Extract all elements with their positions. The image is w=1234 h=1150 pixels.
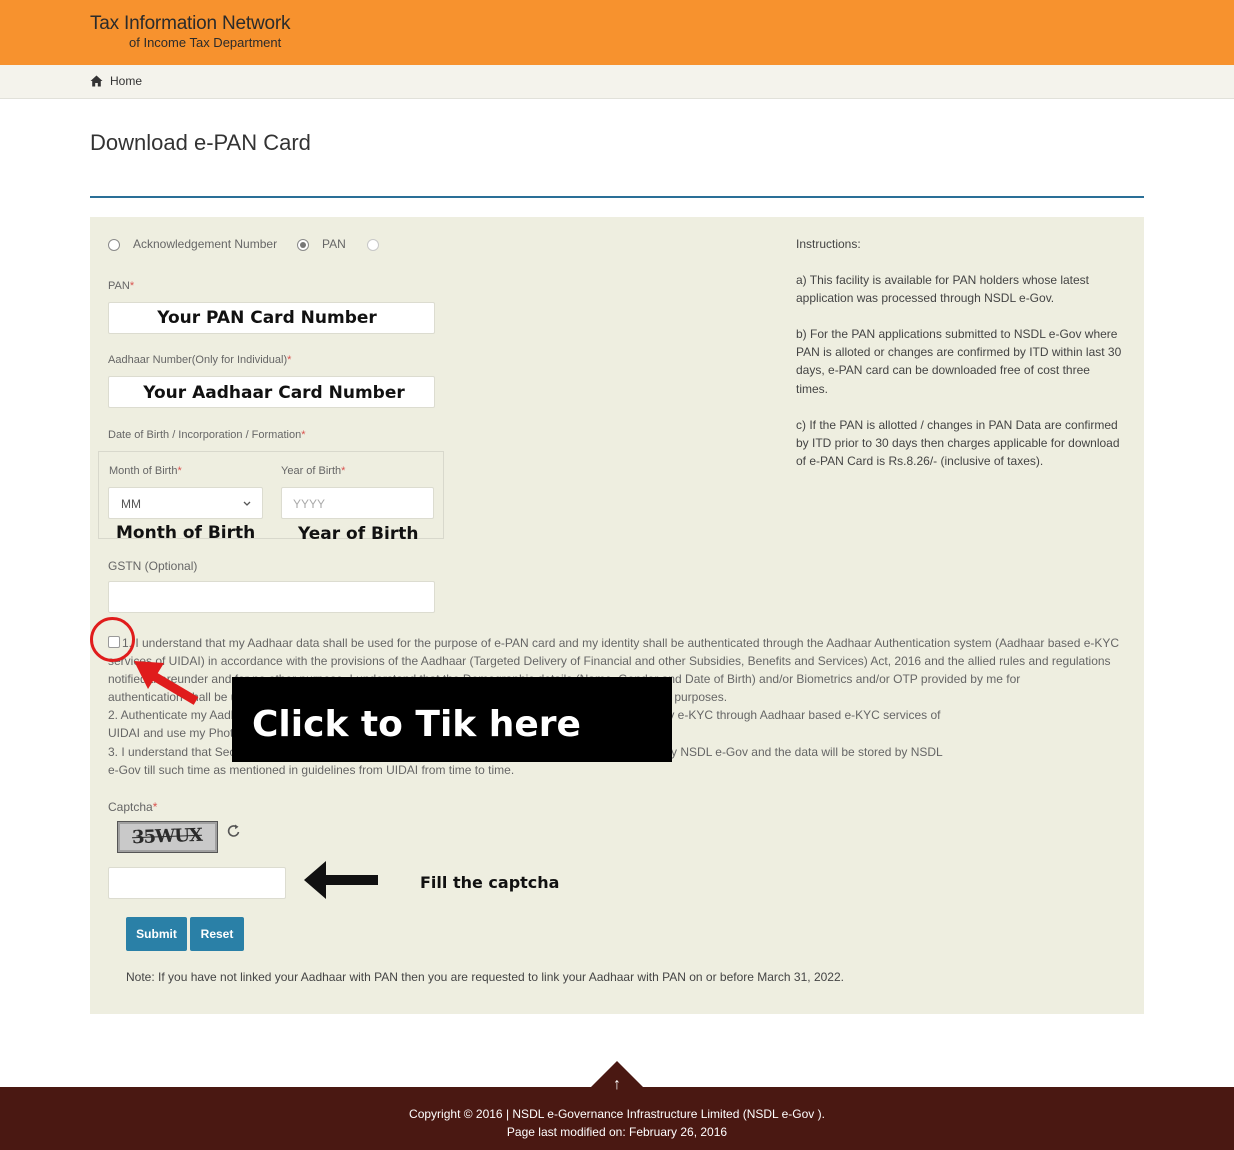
gstn-label: GSTN (Optional) <box>108 559 198 573</box>
site-header: Tax Information Network of Income Tax De… <box>0 0 1234 65</box>
home-icon[interactable] <box>90 75 103 87</box>
instruction-c-line-3: of e-PAN Card is Rs.8.26/- (inclusive of… <box>796 454 1044 468</box>
submit-button[interactable]: Submit <box>126 917 187 951</box>
radio-acknowledgement-label[interactable]: Acknowledgement Number <box>133 237 277 251</box>
captcha-image: 35WUX <box>117 821 218 853</box>
month-select[interactable]: MM <box>108 487 263 519</box>
month-annotation: Month of Birth <box>116 523 256 543</box>
consent-line-2: services of UIDAI) in accordance with th… <box>108 654 1111 668</box>
instruction-a-line-2: application was processed through NSDL e… <box>796 291 1055 305</box>
red-arrow-icon <box>134 661 199 705</box>
gstn-input[interactable] <box>108 581 435 613</box>
radio-acknowledgement[interactable] <box>108 239 120 251</box>
site-title[interactable]: Tax Information Network <box>90 13 290 35</box>
reset-button[interactable]: Reset <box>190 917 244 951</box>
pan-value-annotation: Your PAN Card Number <box>157 308 377 328</box>
year-input[interactable]: YYYY <box>281 487 434 519</box>
instruction-b-line-4: times. <box>796 382 829 396</box>
chevron-down-icon <box>243 501 251 506</box>
site-footer: Copyright © 2016 | NSDL e-Governance Inf… <box>0 1087 1234 1150</box>
instruction-c-line-1: c) If the PAN is allotted / changes in P… <box>796 418 1118 432</box>
instruction-b-line-1: b) For the PAN applications submitted to… <box>796 327 1118 341</box>
instruction-b-line-2: PAN is alloted or changes are confirmed … <box>796 345 1122 359</box>
consent-line-1: 1. I understand that my Aadhaar data sha… <box>122 636 1120 650</box>
checkbox-highlight-circle <box>90 617 135 662</box>
aadhaar-value-annotation: Your Aadhaar Card Number <box>143 383 405 403</box>
arrow-up-icon[interactable]: ↑ <box>610 1076 624 1094</box>
year-label: Year of Birth* <box>281 465 346 477</box>
dob-label: Date of Birth / Incorporation / Formatio… <box>108 429 306 441</box>
radio-pan-label[interactable]: PAN <box>322 237 346 251</box>
page-title: Download e-PAN Card <box>90 130 311 155</box>
month-label: Month of Birth* <box>109 465 182 477</box>
aadhaar-link-note: Note: If you have not linked your Aadhaa… <box>126 970 844 984</box>
black-arrow-icon <box>304 861 378 899</box>
radio-pan[interactable] <box>297 239 309 251</box>
instruction-c-line-2: by ITD prior to 30 days then charges app… <box>796 436 1120 450</box>
captcha-input[interactable] <box>108 867 286 899</box>
month-select-value: MM <box>121 497 141 511</box>
site-subtitle: of Income Tax Department <box>129 35 282 50</box>
tik-annotation-text: Click to Tik here <box>252 704 581 745</box>
footer-modified: Page last modified on: February 26, 2016 <box>506 1125 728 1139</box>
year-placeholder: YYYY <box>293 497 326 511</box>
instruction-b-line-3: days, e-PAN card can be downloaded free … <box>796 363 1090 377</box>
tik-annotation-box: Click to Tik here <box>232 677 672 762</box>
captcha-annotation: Fill the captcha <box>420 873 560 892</box>
consent-line-8: e-Gov till such time as mentioned in gui… <box>108 763 515 777</box>
instruction-a-line-1: a) This facility is available for PAN ho… <box>796 273 1090 287</box>
title-divider <box>90 196 1144 198</box>
pan-label: PAN* <box>108 280 135 292</box>
aadhaar-label: Aadhaar Number(Only for Individual)* <box>108 354 292 366</box>
refresh-icon[interactable] <box>227 824 241 838</box>
year-annotation: Year of Birth <box>298 524 419 544</box>
radio-third-option[interactable] <box>367 239 379 251</box>
captcha-label: Captcha* <box>108 800 158 814</box>
footer-copyright: Copyright © 2016 | NSDL e-Governance Inf… <box>409 1107 825 1121</box>
instructions-heading: Instructions: <box>796 237 861 251</box>
captcha-image-text: 35WUX <box>131 824 203 849</box>
breadcrumb: Home <box>0 65 1234 99</box>
breadcrumb-home-link[interactable]: Home <box>110 74 142 88</box>
